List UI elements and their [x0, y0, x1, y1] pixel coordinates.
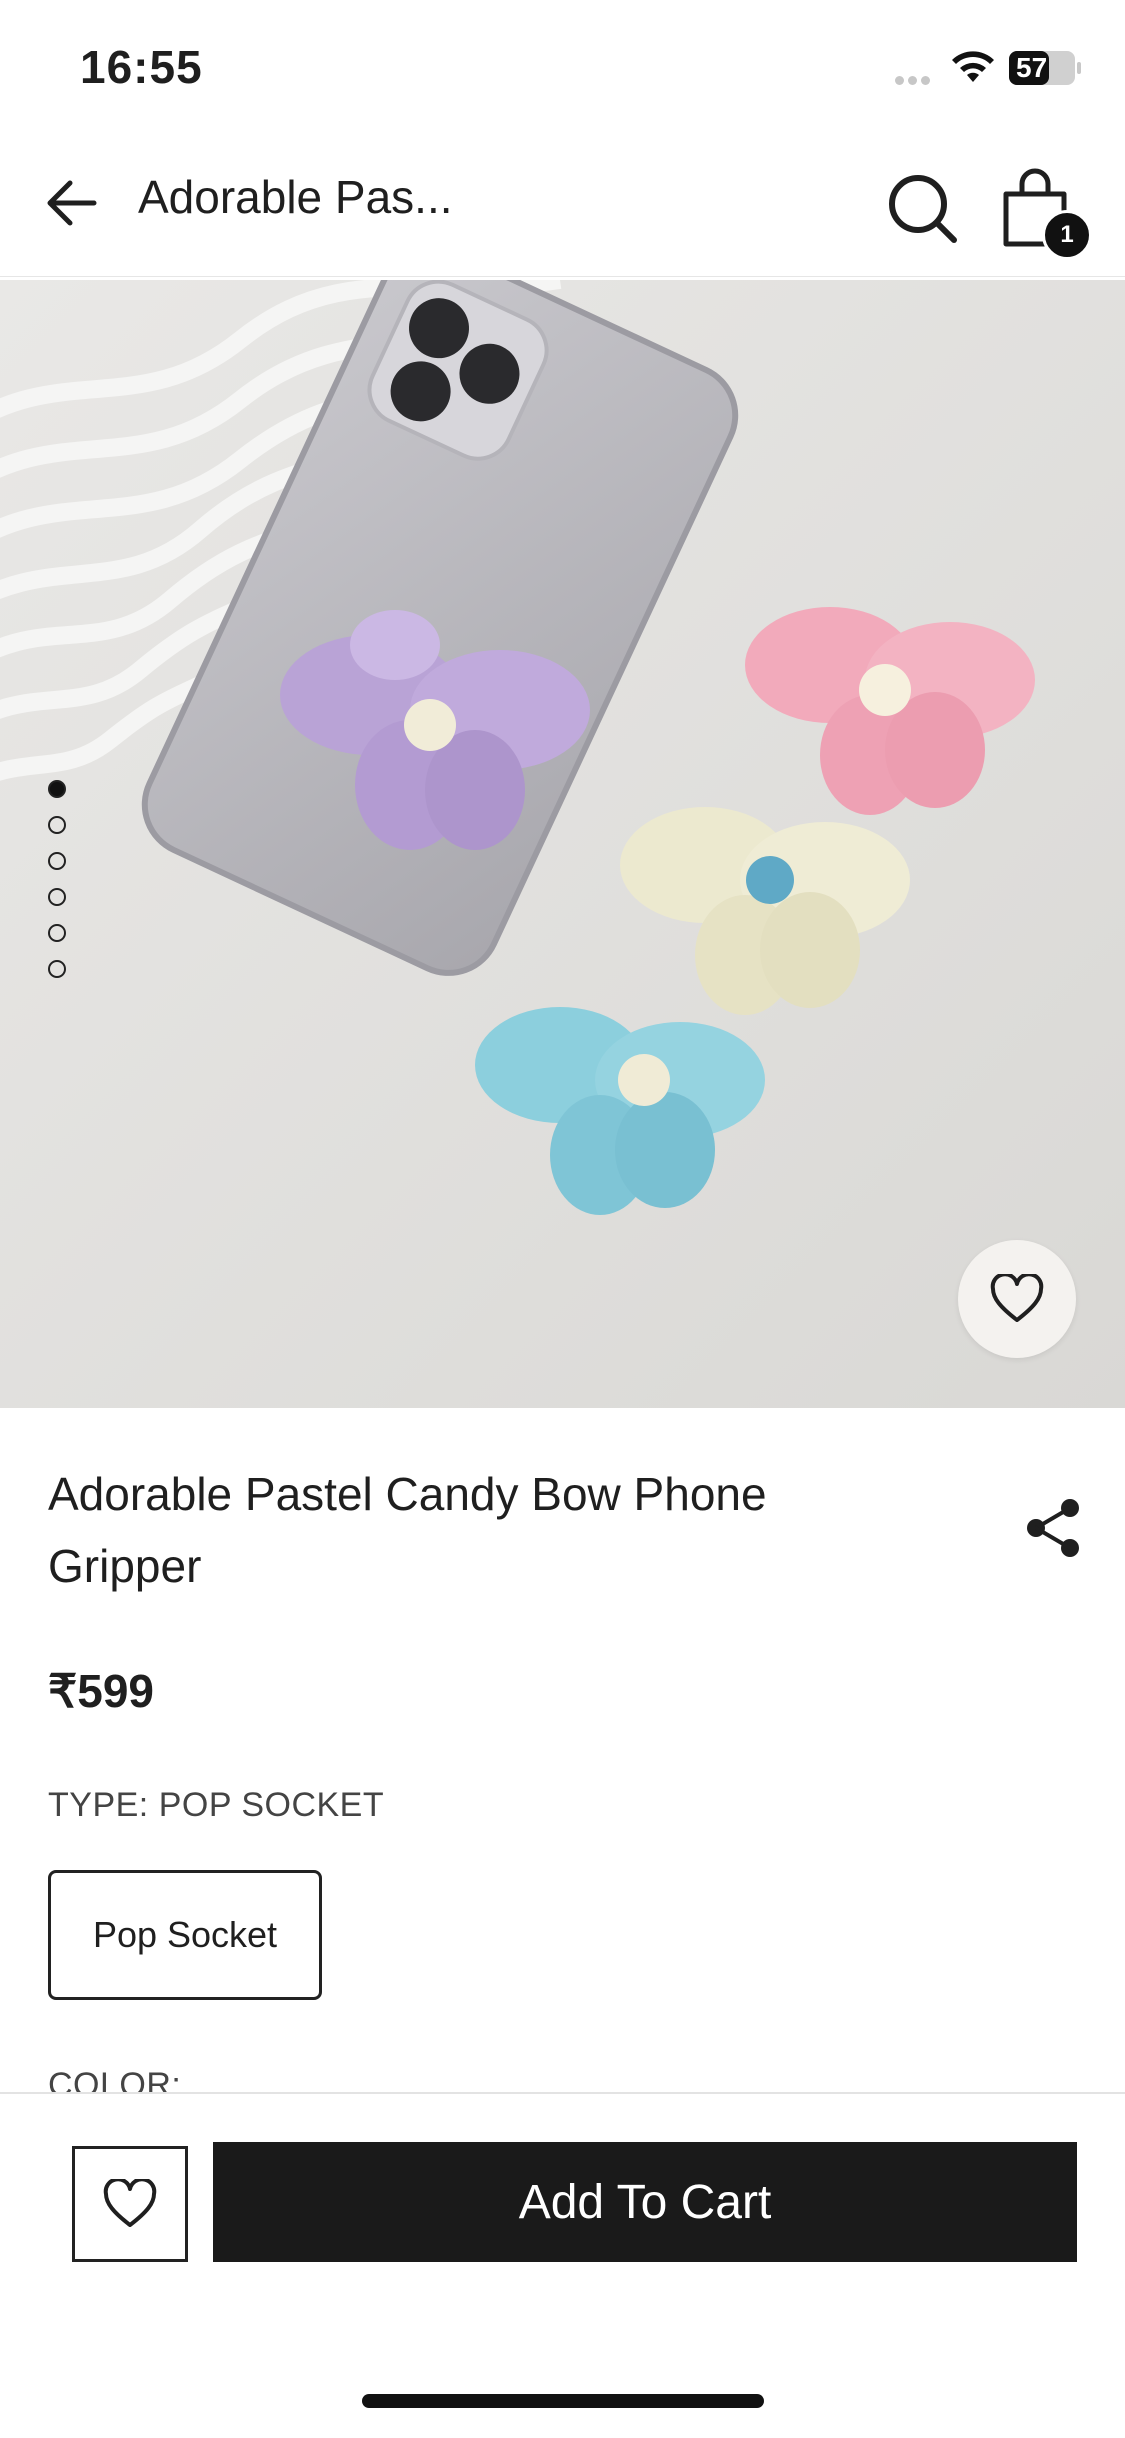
page-title: Adorable Pas...: [138, 171, 453, 223]
search-icon: [889, 175, 957, 243]
share-button[interactable]: [1022, 1496, 1086, 1560]
wifi-icon: [952, 51, 994, 82]
product-price: ₹599: [48, 1665, 155, 1717]
carousel-dot[interactable]: [48, 780, 66, 798]
home-indicator: [362, 2394, 764, 2408]
carousel-indicator: [48, 780, 72, 996]
battery-level: 57: [1016, 52, 1048, 83]
carousel-dot[interactable]: [48, 924, 66, 942]
carousel-dot[interactable]: [48, 816, 66, 834]
search-button[interactable]: [882, 168, 962, 248]
carousel-dot[interactable]: [48, 888, 66, 906]
status-time: 16:55: [80, 41, 203, 93]
wishlist-button[interactable]: [958, 1240, 1076, 1358]
back-arrow-icon: [47, 180, 97, 226]
carousel-dot[interactable]: [48, 960, 66, 978]
cart-count-badge: 1: [1042, 210, 1092, 260]
back-button[interactable]: [40, 168, 110, 238]
heart-icon: [103, 2179, 157, 2227]
heart-icon: [990, 1274, 1044, 1322]
add-to-wishlist-button[interactable]: [72, 2146, 188, 2262]
signal-icon: [895, 72, 935, 85]
battery-icon: 57: [1008, 50, 1082, 86]
type-label: TYPE: POP SOCKET: [48, 1786, 385, 1824]
share-icon: [1027, 1499, 1079, 1557]
product-title: Adorable Pastel Candy Bow Phone Gripper: [48, 1468, 767, 1592]
carousel-dot[interactable]: [48, 852, 66, 870]
product-image[interactable]: [0, 280, 1125, 1408]
variant-option-pop-socket[interactable]: Pop Socket: [48, 1870, 322, 2000]
add-to-cart-button[interactable]: Add To Cart: [213, 2142, 1077, 2262]
